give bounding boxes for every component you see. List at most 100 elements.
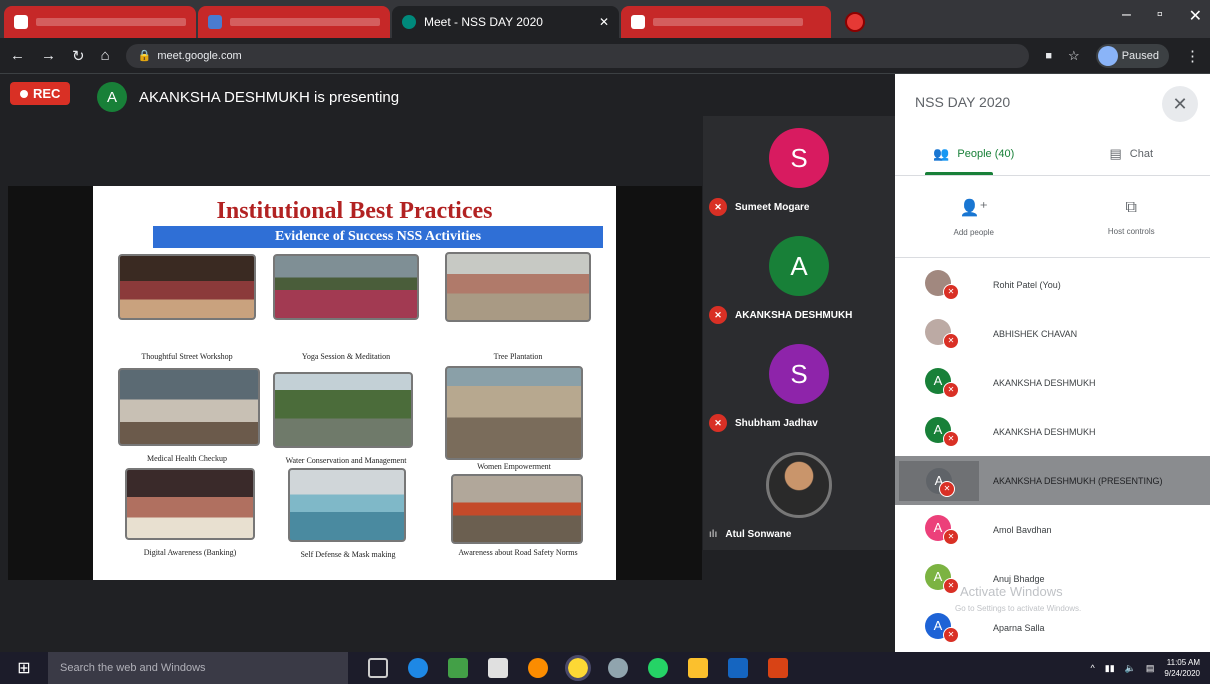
tab-title-placeholder [653, 18, 804, 26]
presenter-text: AKANKSHA DESHMUKH is presenting [139, 88, 400, 106]
network-icon[interactable]: ▮▮ [1105, 663, 1115, 674]
app-icon[interactable] [608, 658, 628, 678]
edge-icon[interactable] [408, 658, 428, 678]
minimize-icon[interactable]: – [1122, 6, 1131, 26]
clock[interactable]: 11:05 AM 9/24/2020 [1164, 657, 1200, 679]
list-item[interactable]: A ✕ AKANKSHA DESHMUKH [895, 407, 1210, 456]
participants-panel: NSS DAY 2020 ✕ 👥 People (40) ▤ Chat 👤⁺ A… [895, 74, 1210, 652]
back-icon[interactable]: ← [10, 47, 25, 64]
participant-tile[interactable]: A ✕ AKANKSHA DESHMUKH [703, 224, 895, 332]
add-people-button[interactable]: 👤⁺ Add people [895, 178, 1053, 257]
browser-tab-meet[interactable]: Meet - NSS DAY 2020 ✕ [392, 6, 620, 38]
profile-label: Paused [1121, 49, 1159, 62]
rec-label: REC [33, 86, 61, 101]
host-controls-button[interactable]: ⧉ Host controls [1053, 178, 1210, 257]
list-item-presenting[interactable]: A ✕ AKANKSHA DESHMUKH (PRESENTING) [895, 456, 1210, 505]
list-item[interactable]: A ✕ Amol Bavdhan [895, 505, 1210, 554]
bookmark-star-icon[interactable]: ☆ [1068, 48, 1080, 64]
participant-video-thumbnail [766, 452, 832, 518]
window-controls: – ▫ ✕ [1122, 6, 1202, 26]
reload-icon[interactable]: ↻ [72, 47, 85, 65]
firefox-icon[interactable] [528, 658, 548, 678]
word-icon[interactable] [728, 658, 748, 678]
windows-activation-hint: Go to Settings to activate Windows. [955, 604, 1082, 613]
photo-caption: Yoga Session & Meditation [301, 352, 391, 361]
tab-favicon-icon [14, 15, 28, 29]
chat-icon: ▤ [1109, 145, 1122, 161]
notification-icon[interactable]: ▤ [1146, 663, 1155, 674]
profile-button[interactable]: Paused [1095, 43, 1169, 68]
mic-off-icon: ✕ [943, 528, 959, 545]
photo-caption: Awareness about Road Safety Norms [458, 548, 578, 557]
tab-people[interactable]: 👥 People (40) [895, 132, 1053, 175]
participant-tile[interactable]: S ✕ Shubham Jadhav [703, 332, 895, 440]
lock-icon: 🔒 [137, 50, 152, 62]
photo-caption: Tree Plantation [493, 352, 543, 361]
participant-name: AKANKSHA DESHMUKH [993, 377, 1096, 388]
windows-start-icon[interactable]: ⊞ [0, 658, 48, 678]
rec-badge: REC [10, 82, 71, 105]
tab-title: Meet - NSS DAY 2020 [424, 15, 543, 29]
participant-name: Aparna Salla [993, 622, 1045, 633]
home-icon[interactable]: ⌂ [101, 47, 110, 64]
presenter-avatar: A [97, 82, 127, 112]
photo-caption: Digital Awareness (Banking) [143, 548, 237, 557]
list-item[interactable]: A ✕ AKANKSHA DESHMUKH [895, 358, 1210, 407]
menu-kebab-icon[interactable]: ⋮ [1185, 47, 1200, 65]
list-item[interactable]: ✕ ABHISHEK CHAVAN [895, 309, 1210, 358]
close-window-icon[interactable]: ✕ [1189, 6, 1202, 26]
tray-chevron-icon[interactable]: ^ [1091, 663, 1095, 673]
slide-subtitle: Evidence of Success NSS Activities [153, 226, 603, 248]
tab-chat[interactable]: ▤ Chat [1053, 132, 1210, 175]
app-icon[interactable] [768, 658, 788, 678]
tab-people-label: People (40) [957, 147, 1015, 160]
extension-icon[interactable]: ■ [1045, 50, 1052, 62]
windows-taskbar: ⊞ Search the web and Windows ^ ▮▮ 🔈 ▤ 11… [0, 652, 1210, 684]
chrome-icon[interactable] [565, 655, 591, 681]
taskbar-search-input[interactable]: Search the web and Windows [48, 652, 348, 684]
volume-icon[interactable]: 🔈 [1125, 663, 1136, 674]
photo-caption: Self Defense & Mask making [300, 550, 396, 559]
activity-photo [273, 372, 413, 448]
participant-strip: S ✕ Sumeet Mogare A ✕ AKANKSHA DESHMUKH … [703, 116, 895, 550]
participant-avatar: A [769, 236, 829, 296]
tab-title-placeholder [230, 18, 380, 26]
browser-tab[interactable] [4, 6, 196, 38]
photo-caption: Women Empowerment [477, 462, 551, 471]
host-controls-icon: ⧉ [1125, 199, 1137, 216]
activity-photo [445, 366, 583, 460]
close-tab-icon[interactable]: ✕ [599, 15, 609, 29]
participant-avatar: S [769, 128, 829, 188]
url-field[interactable]: 🔒 meet.google.com [125, 43, 1030, 68]
mic-off-icon: ✕ [939, 480, 955, 497]
browser-tab-strip: Meet - NSS DAY 2020 ✕ – ▫ ✕ [0, 0, 1210, 38]
participant-name-row: ✕ Sumeet Mogare [709, 198, 809, 216]
folder-icon[interactable] [688, 658, 708, 678]
slide-title: Institutional Best Practices [216, 198, 493, 224]
whatsapp-icon[interactable] [648, 658, 668, 678]
close-panel-icon[interactable]: ✕ [1162, 86, 1198, 122]
add-person-icon: 👤⁺ [959, 200, 988, 217]
maximize-icon[interactable]: ▫ [1157, 6, 1163, 26]
add-people-label: Add people [953, 228, 994, 237]
list-item[interactable]: ✕ Rohit Patel (You) [895, 260, 1210, 309]
activity-photo [118, 254, 256, 320]
presenter-banner: A AKANKSHA DESHMUKH is presenting [97, 82, 399, 112]
participant-tile[interactable]: S ✕ Sumeet Mogare [703, 116, 895, 224]
participant-tile[interactable]: ılı Atul Sonwane [703, 440, 895, 548]
participant-name-row: ılı Atul Sonwane [709, 529, 791, 540]
task-view-icon[interactable] [368, 658, 388, 678]
store-icon[interactable] [488, 658, 508, 678]
presentation-slide: Institutional Best Practices Evidence of… [93, 186, 616, 580]
meeting-title: NSS DAY 2020 [915, 94, 1011, 110]
activity-photo [118, 368, 260, 446]
windows-activation-watermark: Activate Windows [960, 584, 1063, 599]
app-icon[interactable] [448, 658, 468, 678]
mic-off-icon: ✕ [943, 626, 959, 643]
participant-name: Atul Sonwane [725, 529, 792, 540]
participant-name: Shubham Jadhav [735, 417, 818, 429]
mic-off-icon: ✕ [943, 430, 959, 447]
browser-tab[interactable] [621, 6, 832, 38]
forward-icon[interactable]: → [41, 47, 56, 64]
browser-tab[interactable] [198, 6, 390, 38]
